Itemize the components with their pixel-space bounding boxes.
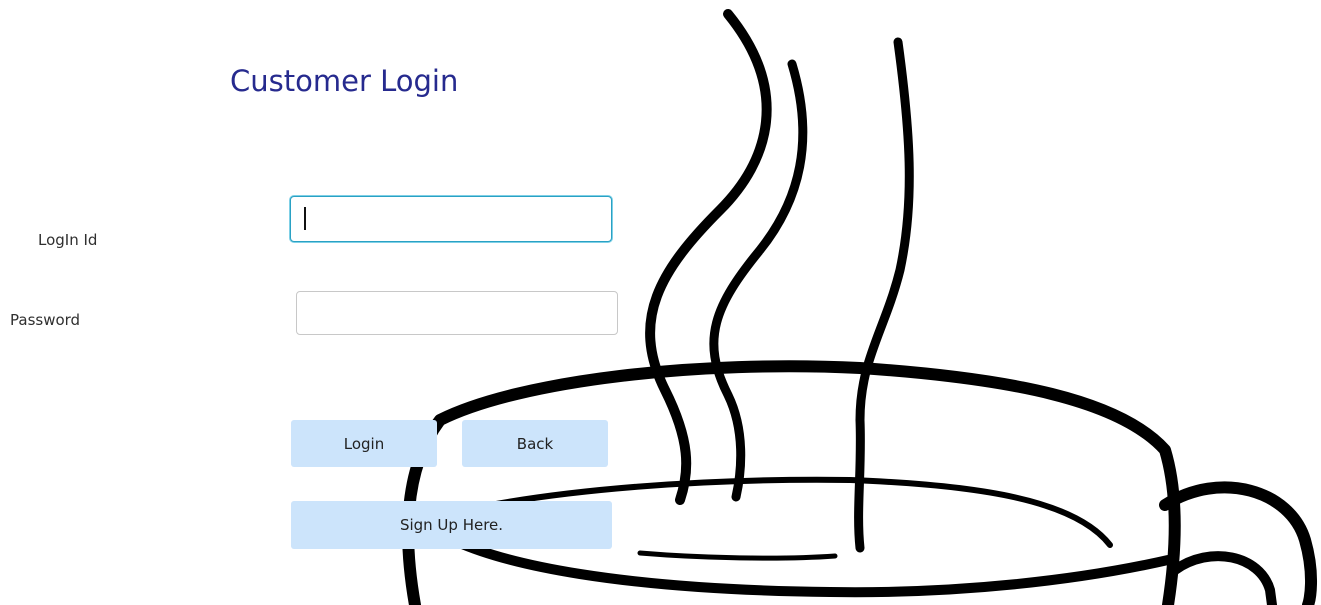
login-id-label: LogIn Id — [38, 231, 98, 249]
login-button[interactable]: Login — [291, 420, 437, 467]
sign-up-button[interactable]: Sign Up Here. — [291, 501, 612, 549]
page-title: Customer Login — [230, 64, 459, 98]
steaming-coffee-cup-icon — [402, 9, 1318, 605]
text-caret — [304, 207, 306, 230]
login-window: Customer Login LogIn Id Password Login B… — [0, 0, 1321, 605]
login-id-field[interactable] — [290, 196, 612, 242]
password-label: Password — [10, 311, 81, 329]
password-field[interactable] — [296, 291, 618, 335]
back-button[interactable]: Back — [462, 420, 608, 467]
